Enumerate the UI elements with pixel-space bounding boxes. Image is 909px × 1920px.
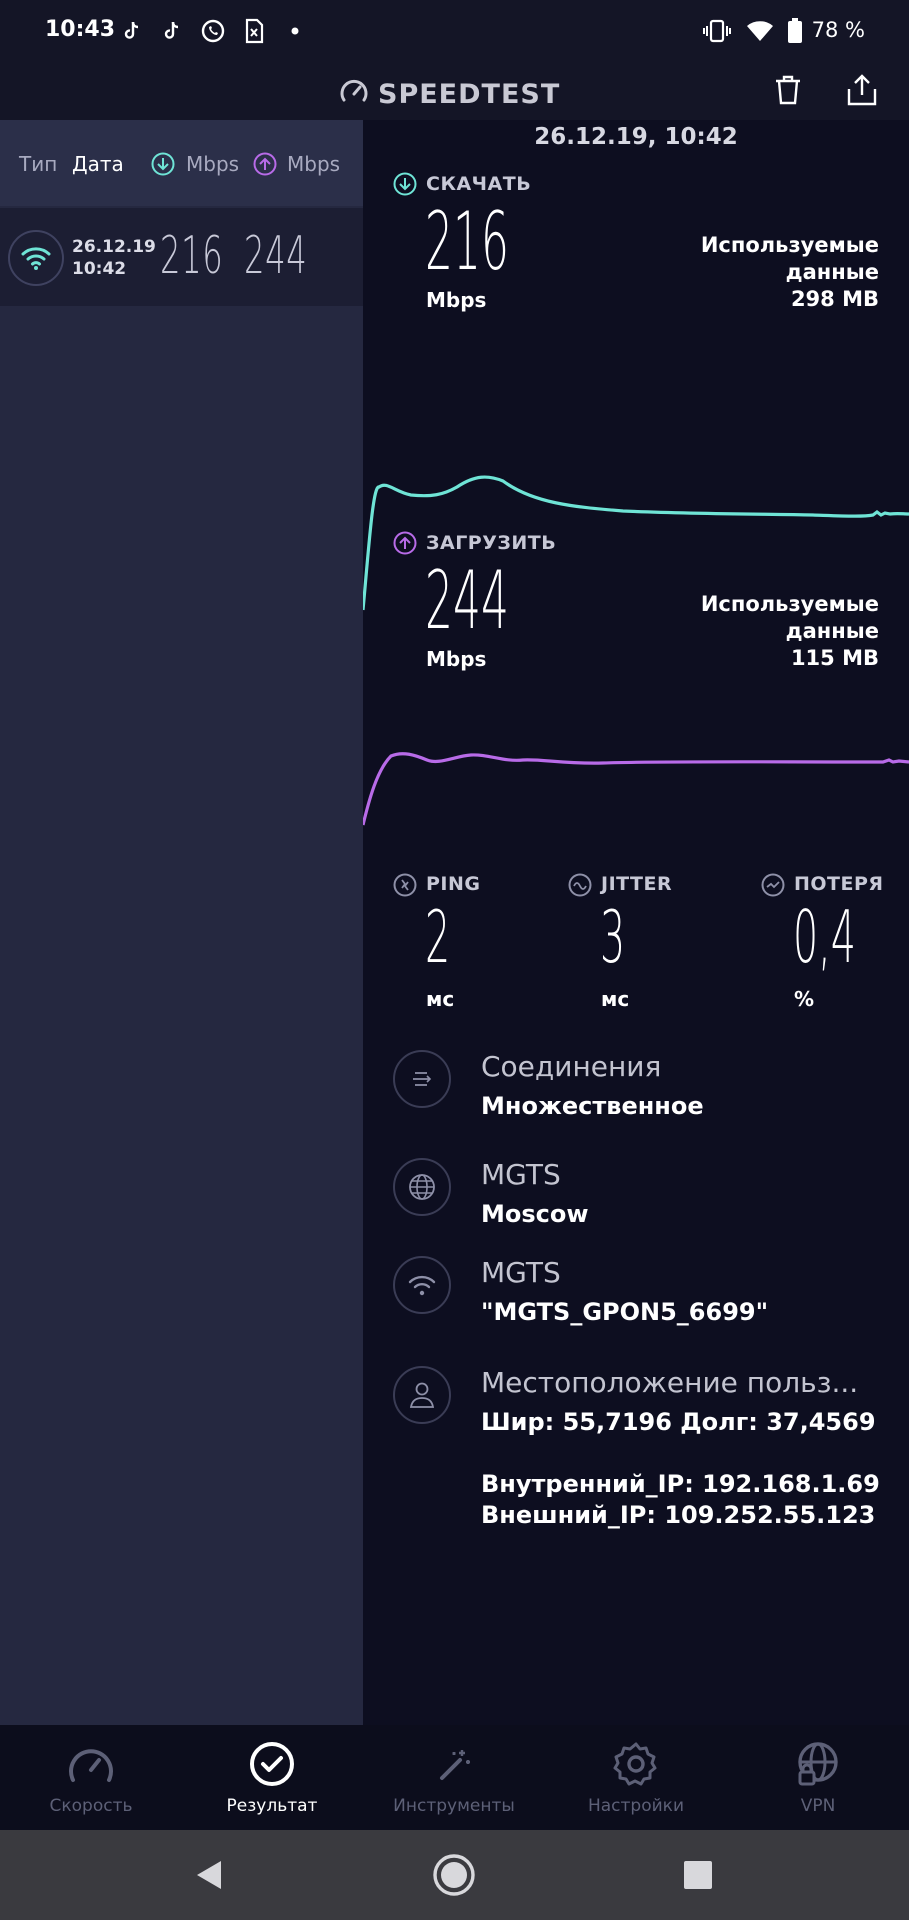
external-ip: Внешний_IP: 109.252.55.123 xyxy=(481,1501,876,1529)
network-title: MGTS xyxy=(481,1256,561,1289)
check-circle-icon xyxy=(247,1739,297,1789)
status-time: 10:43 xyxy=(45,17,116,42)
system-navigation xyxy=(0,1830,909,1920)
download-unit: Mbps xyxy=(426,288,487,312)
delete-button[interactable] xyxy=(768,72,808,112)
column-date[interactable]: Дата xyxy=(72,152,124,176)
ping-icon xyxy=(393,873,417,897)
history-row[interactable]: 26.12.19 10:42 216 244 xyxy=(0,208,363,306)
connections-icon xyxy=(393,1050,451,1108)
connections-title: Соединения xyxy=(481,1050,662,1083)
used-data-label: данные xyxy=(785,619,879,643)
upload-arrow-icon xyxy=(253,152,277,180)
used-data-value: 298 MB xyxy=(790,287,879,311)
wifi-icon xyxy=(393,1256,451,1314)
network-ssid: "MGTS_GPON5_6699" xyxy=(481,1298,769,1326)
battery-icon xyxy=(780,16,810,46)
tab-tools[interactable]: Инструменты xyxy=(363,1725,545,1830)
history-panel: Тип Дата Mbps Mbps 26.12.19 10:42 216 24… xyxy=(0,120,363,1725)
jitter-icon xyxy=(568,873,592,897)
upload-used-data: Используемые данные 115 MB xyxy=(701,591,879,672)
history-time: 10:42 xyxy=(72,259,127,279)
speedometer-icon xyxy=(66,1739,116,1789)
share-button[interactable] xyxy=(842,72,882,112)
tiktok-icon xyxy=(157,16,187,46)
download-arrow-icon xyxy=(393,172,417,196)
upload-arrow-icon xyxy=(393,531,417,555)
magic-wand-icon xyxy=(429,1739,479,1789)
tab-label: Настройки xyxy=(587,1796,684,1816)
brand: SPEEDTEST xyxy=(338,76,560,112)
vibrate-icon xyxy=(702,16,732,46)
tab-label: Инструменты xyxy=(393,1796,515,1816)
loss-unit: % xyxy=(794,987,815,1011)
upload-value: 244 xyxy=(425,554,509,647)
used-data-label: Используемые xyxy=(700,233,879,257)
user-icon xyxy=(393,1366,451,1424)
history-date: 26.12.19 xyxy=(72,237,156,257)
used-data-label: данные xyxy=(785,260,879,284)
location-title: Местоположение польз... xyxy=(481,1366,859,1399)
packet-loss-icon xyxy=(761,873,785,897)
speedometer-icon xyxy=(338,76,370,112)
tiktok-icon xyxy=(117,16,147,46)
download-label: СКАЧАТЬ xyxy=(426,173,532,195)
tab-result[interactable]: Результат xyxy=(181,1725,363,1830)
tab-speed[interactable]: Скорость xyxy=(0,1725,182,1830)
download-value: 216 xyxy=(425,195,509,288)
upload-unit: Mbps xyxy=(426,647,487,671)
column-download[interactable]: Mbps xyxy=(186,152,239,176)
upload-graph xyxy=(363,752,909,826)
battery-percent: 78 % xyxy=(811,18,865,42)
tab-label: Скорость xyxy=(49,1796,133,1816)
jitter-label: JITTER xyxy=(601,873,673,895)
provider-title: MGTS xyxy=(481,1158,561,1191)
internal-ip: Внутренний_IP: 192.168.1.69 xyxy=(481,1470,880,1498)
tab-label: VPN xyxy=(800,1796,836,1816)
wifi-type-icon xyxy=(8,230,64,286)
column-type[interactable]: Тип xyxy=(19,152,57,176)
share-icon xyxy=(846,73,878,111)
used-data-value: 115 MB xyxy=(790,646,879,670)
dot-icon xyxy=(280,16,310,46)
upload-label: ЗАГРУЗИТЬ xyxy=(426,532,557,554)
download-arrow-icon xyxy=(151,152,175,180)
result-datetime: 26.12.19, 10:42 xyxy=(534,124,738,150)
tab-label: Результат xyxy=(226,1796,318,1816)
recents-icon[interactable] xyxy=(680,1857,716,1893)
loss-value: 0,4 xyxy=(793,895,856,979)
location-coords: Шир: 55,7196 Долг: 37,4569 xyxy=(481,1408,876,1436)
download-used-data: Используемые данные 298 MB xyxy=(701,232,879,313)
trash-icon xyxy=(773,74,803,110)
bottom-navigation: Скорость Результат Инструменты Настройки… xyxy=(0,1725,909,1830)
history-datetime: 26.12.19 10:42 xyxy=(72,236,156,280)
jitter-unit: мс xyxy=(601,987,630,1011)
tab-vpn[interactable]: VPN xyxy=(727,1725,909,1830)
wifi-icon xyxy=(745,16,775,46)
brand-title: SPEEDTEST xyxy=(378,78,561,110)
loss-label: ПОТЕРЯ xyxy=(794,873,884,895)
tab-settings[interactable]: Настройки xyxy=(545,1725,727,1830)
ping-value: 2 xyxy=(425,895,451,979)
globe-icon xyxy=(393,1158,451,1216)
ping-label: PING xyxy=(426,873,481,895)
history-download-value: 216 xyxy=(160,226,224,286)
connections-value: Множественное xyxy=(481,1092,704,1120)
app-header: SPEEDTEST xyxy=(0,64,909,120)
status-bar: 10:43 78 % xyxy=(0,0,909,64)
history-upload-value: 244 xyxy=(244,226,308,286)
jitter-value: 3 xyxy=(600,895,626,979)
home-icon[interactable] xyxy=(431,1852,477,1898)
sim-error-icon xyxy=(239,16,269,46)
whatsapp-icon xyxy=(198,16,228,46)
ping-unit: мс xyxy=(426,987,455,1011)
column-upload[interactable]: Mbps xyxy=(287,152,340,176)
back-icon[interactable] xyxy=(190,1857,226,1893)
used-data-label: Используемые xyxy=(700,592,879,616)
globe-lock-icon xyxy=(793,1739,843,1789)
history-header: Тип Дата Mbps Mbps xyxy=(0,120,363,206)
provider-location: Moscow xyxy=(481,1200,589,1228)
gear-icon xyxy=(611,1739,661,1789)
result-detail-panel: 26.12.19, 10:42 СКАЧАТЬ 216 Mbps Использ… xyxy=(363,120,909,1725)
